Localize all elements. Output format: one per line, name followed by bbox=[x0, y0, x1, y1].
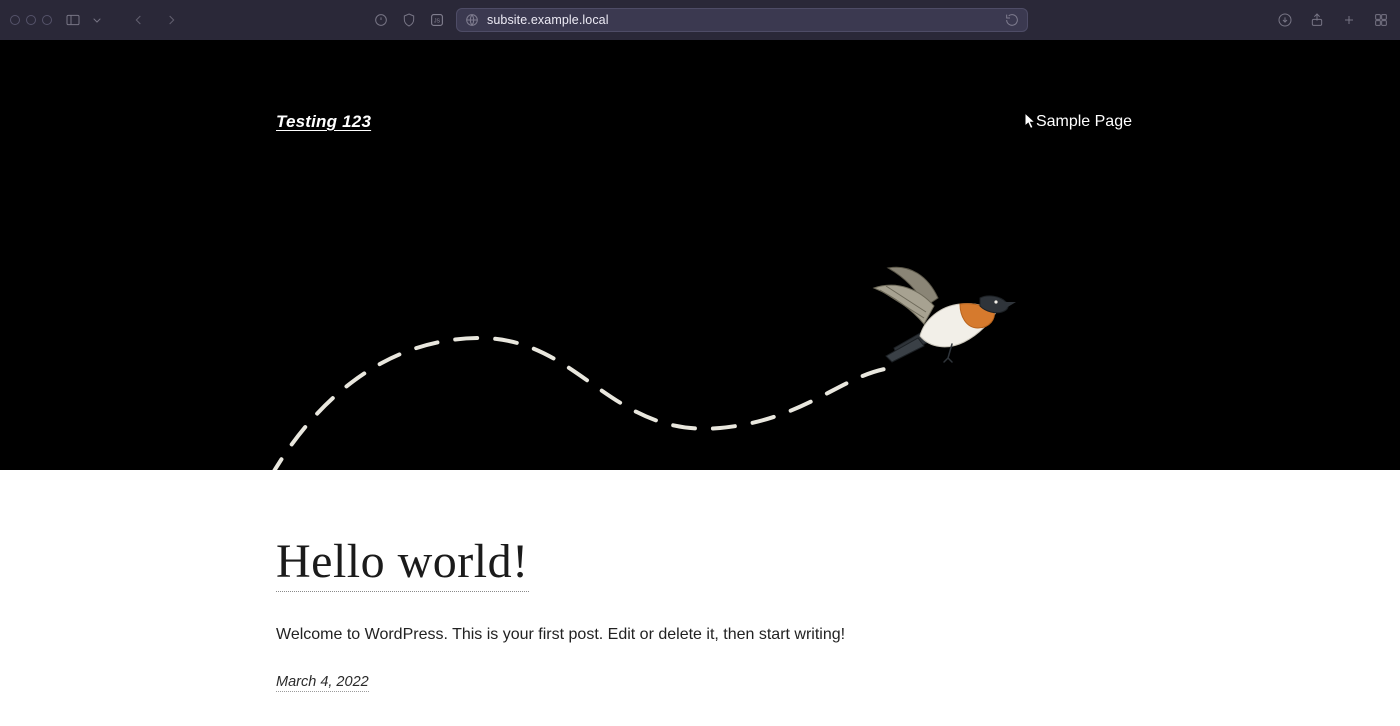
post-title-link[interactable]: Hello world! bbox=[276, 534, 529, 592]
hero-illustration bbox=[0, 40, 1400, 470]
chevron-down-icon[interactable] bbox=[88, 11, 106, 29]
traffic-light-zoom[interactable] bbox=[42, 15, 52, 25]
forward-button-icon[interactable] bbox=[162, 11, 180, 29]
flight-path-line bbox=[250, 288, 950, 488]
reload-icon[interactable] bbox=[1003, 11, 1021, 29]
post-date-link[interactable]: March 4, 2022 bbox=[276, 674, 369, 692]
post-body-text: Welcome to WordPress. This is your first… bbox=[276, 626, 1400, 644]
privacy-report-icon[interactable] bbox=[372, 11, 390, 29]
traffic-light-close[interactable] bbox=[10, 15, 20, 25]
post-content-area: Hello world! Welcome to WordPress. This … bbox=[0, 470, 1400, 726]
toolbar-right-group bbox=[1276, 11, 1390, 29]
js-badge-icon[interactable]: JS bbox=[428, 11, 446, 29]
shield-icon[interactable] bbox=[400, 11, 418, 29]
window-traffic-lights[interactable] bbox=[10, 15, 52, 25]
new-tab-icon[interactable] bbox=[1340, 11, 1358, 29]
back-button-icon[interactable] bbox=[130, 11, 148, 29]
traffic-light-minimize[interactable] bbox=[26, 15, 36, 25]
page-viewport: Testing 123 Sample Page bbox=[0, 40, 1400, 726]
downloads-icon[interactable] bbox=[1276, 11, 1294, 29]
tab-overview-icon[interactable] bbox=[1372, 11, 1390, 29]
address-bar[interactable]: subsite.example.local bbox=[456, 8, 1028, 32]
toolbar-center-group: JS subsite.example.local bbox=[372, 8, 1028, 32]
svg-text:JS: JS bbox=[434, 19, 441, 25]
browser-toolbar: JS subsite.example.local bbox=[0, 0, 1400, 40]
lock-icon bbox=[463, 11, 481, 29]
share-icon[interactable] bbox=[1308, 11, 1326, 29]
address-bar-text: subsite.example.local bbox=[487, 13, 997, 27]
bird-icon bbox=[868, 262, 1018, 372]
toolbar-left-group bbox=[10, 11, 180, 29]
sidebar-toggle-icon[interactable] bbox=[64, 11, 82, 29]
